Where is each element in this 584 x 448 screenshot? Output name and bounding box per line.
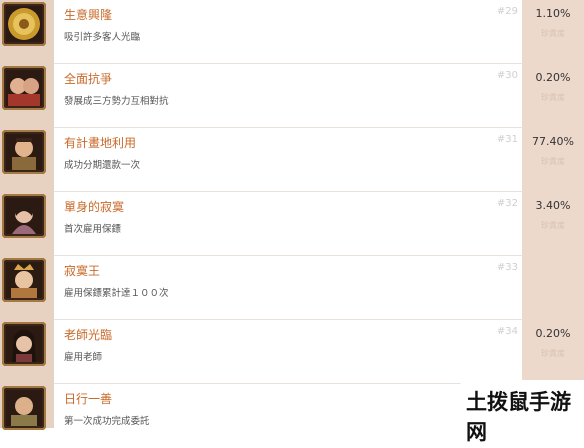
lady-portrait-icon [2,194,46,238]
watermark-text: 土拨鼠手游网 [466,390,571,444]
achievement-number: #29 [496,6,518,17]
achievement-description: 第一次成功完成委託 [64,416,150,427]
achievement-rarity-percent: 0.20% [535,71,571,84]
achievement-title: 老師光臨 [64,328,113,342]
merchant-portrait-icon [2,130,46,174]
achievement-rarity-percent: 77.40% [532,135,574,148]
achievement-rarity-percent: 1.10% [535,7,571,20]
gold-coins-icon [2,2,46,46]
achievement-description: 吸引許多客人光臨 [64,32,141,43]
achievement-title: 單身的寂寞 [64,200,125,214]
achievement-title: 寂寞王 [64,264,101,278]
achievement-title: 生意興隆 [64,8,113,22]
achievement-row[interactable]: 老師光臨 雇用老師 #34 0.20% 珍貴度 [0,320,584,384]
achievement-number: #34 [496,326,518,337]
achievement-rarity-percent: 0.20% [535,327,571,340]
achievement-list: 生意興隆 吸引許多客人光臨 #29 1.10% 珍貴度 全面抗爭 發展成三方勢力… [0,0,584,430]
achievement-rarity-label: 珍貴度 [541,349,565,358]
achievement-rarity-percent: 3.40% [535,199,571,212]
achievement-number: #30 [496,70,518,81]
achievement-number: #33 [496,262,518,273]
achievement-rarity-label: 珍貴度 [541,29,565,38]
achievement-row[interactable]: 寂寞王 雇用保鏢累計達１００次 #33 [0,256,584,320]
achievement-title: 有計畫地利用 [64,136,137,150]
monk-portrait-icon [2,386,46,430]
achievement-number: #31 [496,134,518,145]
achievement-row[interactable]: 生意興隆 吸引許多客人光臨 #29 1.10% 珍貴度 [0,0,584,64]
teacher-portrait-icon [2,322,46,366]
crowned-figure-icon [2,258,46,302]
achievement-number: #32 [496,198,518,209]
site-watermark: 土拨鼠手游网 [460,380,584,444]
achievement-description: 首次雇用保鏢 [64,224,122,235]
achievement-description: 雇用保鏢累計達１００次 [64,288,169,299]
achievement-row[interactable]: 有計畫地利用 成功分期還款一次 #31 77.40% 珍貴度 [0,128,584,192]
achievement-description: 發展成三方勢力互相對抗 [64,96,169,107]
achievement-description: 雇用老師 [64,352,103,363]
achievement-row[interactable]: 全面抗爭 發展成三方勢力互相對抗 #30 0.20% 珍貴度 [0,64,584,128]
achievement-title: 全面抗爭 [64,72,113,86]
achievement-rarity-label: 珍貴度 [541,221,565,230]
achievement-rarity-label: 珍貴度 [541,157,565,166]
achievement-title: 日行一善 [64,392,113,406]
achievement-rarity-label: 珍貴度 [541,93,565,102]
warriors-portrait-icon [2,66,46,110]
achievement-row[interactable]: 單身的寂寞 首次雇用保鏢 #32 3.40% 珍貴度 [0,192,584,256]
achievement-description: 成功分期還款一次 [64,160,141,171]
